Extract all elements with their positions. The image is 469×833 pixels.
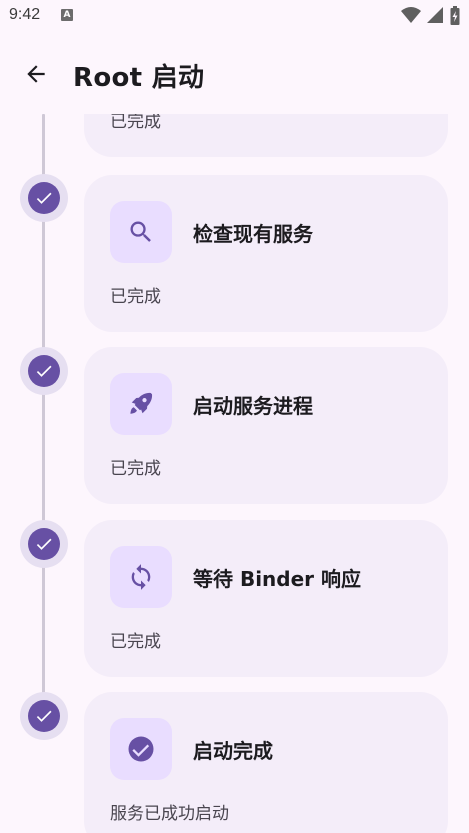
status-icons <box>400 6 461 26</box>
step-card: 已完成 <box>84 114 448 157</box>
status-time: 9:42 <box>9 6 41 23</box>
check-icon <box>36 192 52 204</box>
step-status: 服务已成功启动 <box>110 804 229 824</box>
check-icon <box>36 710 52 722</box>
battery-icon <box>450 6 460 25</box>
arrow-back-icon <box>27 65 45 83</box>
back-button[interactable] <box>14 52 58 96</box>
step-icon-box <box>110 373 172 435</box>
step-status: 已完成 <box>110 632 161 652</box>
app-bar: Root 启动 <box>0 40 469 108</box>
page-title: Root 启动 <box>73 63 205 93</box>
check-icon <box>36 365 52 377</box>
timeline: 已完成 检查现有服务 已完成 启动服务进程 已完成 等待 Binder 响应 已… <box>0 114 469 833</box>
step-title: 启动完成 <box>193 739 273 763</box>
wifi-icon <box>400 7 421 23</box>
step-card: 检查现有服务 已完成 <box>84 175 448 332</box>
step-status: 已完成 <box>110 287 161 307</box>
step-icon-box <box>110 201 172 263</box>
status-bar: 9:42 A <box>0 0 469 32</box>
step-icon-box <box>110 546 172 608</box>
rocket-icon <box>130 392 153 414</box>
check-circle-icon <box>128 736 154 762</box>
check-icon <box>36 538 52 550</box>
step-icon-box <box>110 718 172 780</box>
sync-icon <box>131 564 151 590</box>
step-title: 检查现有服务 <box>193 222 313 246</box>
signal-icon <box>426 7 443 23</box>
step-card: 等待 Binder 响应 已完成 <box>84 520 448 677</box>
step-status: 已完成 <box>110 459 161 479</box>
step-title: 等待 Binder 响应 <box>193 567 362 591</box>
notification-icon: A <box>61 9 73 21</box>
step-complete-indicator <box>20 347 68 395</box>
step-complete-indicator <box>20 520 68 568</box>
step-card: 启动服务进程 已完成 <box>84 347 448 504</box>
step-complete-indicator <box>20 174 68 222</box>
step-status: 已完成 <box>110 114 161 132</box>
search-icon <box>130 221 151 242</box>
step-title: 启动服务进程 <box>193 394 313 418</box>
step-complete-indicator <box>20 692 68 740</box>
step-card: 启动完成 服务已成功启动 <box>84 692 448 833</box>
